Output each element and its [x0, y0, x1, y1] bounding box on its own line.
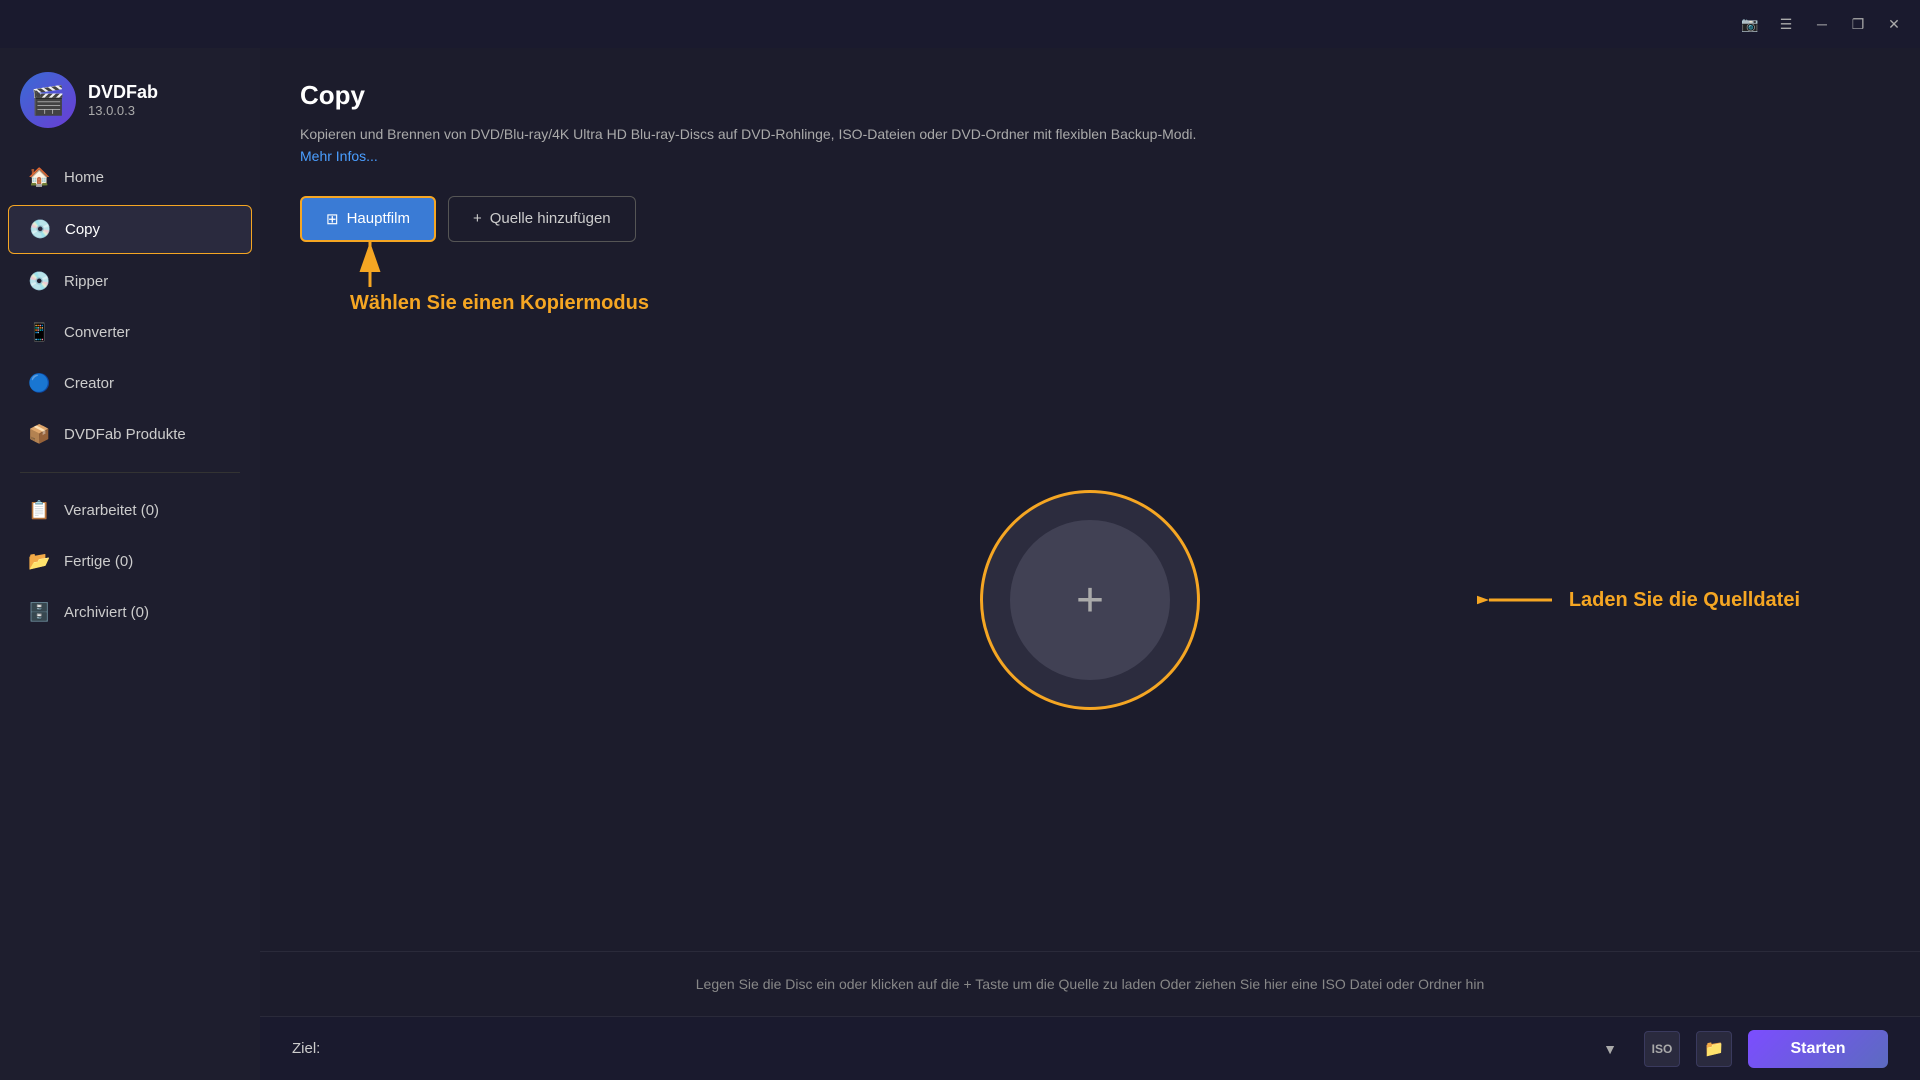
archiviert-icon: 🗄️: [28, 602, 50, 623]
start-label: Starten: [1790, 1040, 1845, 1057]
hauptfilm-icon: ⊞: [326, 210, 339, 228]
sidebar-item-archiviert[interactable]: 🗄️ Archiviert (0): [8, 589, 252, 636]
page-description: Kopieren und Brennen von DVD/Blu-ray/4K …: [300, 123, 1200, 168]
verarbeitet-icon: 📋: [28, 500, 50, 521]
sidebar-label-archiviert: Archiviert (0): [64, 604, 149, 621]
drop-instruction-text: Legen Sie die Disc ein oder klicken auf …: [696, 976, 1484, 992]
sidebar-item-creator[interactable]: 🔵 Creator: [8, 360, 252, 407]
sidebar-item-home[interactable]: 🏠 Home: [8, 154, 252, 201]
drop-circle-inner: +: [1010, 520, 1170, 680]
sidebar-item-verarbeitet[interactable]: 📋 Verarbeitet (0): [8, 487, 252, 534]
drop-center: + Laden Sie die Q: [300, 282, 1880, 919]
drop-circle[interactable]: +: [980, 490, 1200, 710]
quelle-label: Quelle hinzufügen: [490, 210, 611, 227]
sidebar-item-converter[interactable]: 📱 Converter: [8, 309, 252, 356]
ripper-icon: 💿: [28, 271, 50, 292]
screenshot-button[interactable]: 📷: [1740, 14, 1760, 34]
maximize-button[interactable]: ❐: [1848, 14, 1868, 34]
hauptfilm-label: Hauptfilm: [347, 210, 410, 227]
logo-text: DVDFab 13.0.0.3: [88, 82, 158, 118]
sidebar-label-copy: Copy: [65, 221, 100, 238]
arrow-left-svg: [1477, 588, 1557, 612]
iso-button[interactable]: ISO: [1644, 1031, 1680, 1067]
sidebar-item-ripper[interactable]: 💿 Ripper: [8, 258, 252, 305]
creator-icon: 🔵: [28, 373, 50, 394]
app-body: 🎬 DVDFab 13.0.0.3 🏠 Home 💿 Copy 💿 Ripper…: [0, 48, 1920, 1080]
sidebar-label-ripper: Ripper: [64, 273, 108, 290]
home-icon: 🏠: [28, 167, 50, 188]
ziel-input[interactable]: [336, 1031, 1576, 1067]
ziel-label: Ziel:: [292, 1040, 320, 1057]
sidebar-item-dvdfab-produkte[interactable]: 📦 DVDFab Produkte: [8, 411, 252, 458]
more-info-link[interactable]: Mehr Infos...: [300, 148, 378, 164]
minimize-button[interactable]: ─: [1812, 14, 1832, 34]
content-area: Copy Kopieren und Brennen von DVD/Blu-ra…: [260, 48, 1920, 951]
drop-annotation-text: Laden Sie die Quelldatei: [1569, 589, 1800, 612]
logo-area: 🎬 DVDFab 13.0.0.3: [0, 64, 260, 152]
sidebar-label-home: Home: [64, 169, 104, 186]
sidebar-label-fertige: Fertige (0): [64, 553, 133, 570]
drop-plus-icon: +: [1076, 573, 1104, 628]
drop-instruction: Legen Sie die Disc ein oder klicken auf …: [260, 951, 1920, 1016]
ziel-dropdown[interactable]: ▼: [1592, 1031, 1628, 1067]
sidebar-label-converter: Converter: [64, 324, 130, 341]
sidebar-label-dvdfab: DVDFab Produkte: [64, 426, 186, 443]
sidebar-label-verarbeitet: Verarbeitet (0): [64, 502, 159, 519]
sidebar-label-creator: Creator: [64, 375, 114, 392]
sidebar-item-copy[interactable]: 💿 Copy: [8, 205, 252, 254]
menu-button[interactable]: ☰: [1776, 14, 1796, 34]
bottom-bar: Ziel: ▼ ISO 📁 Starten: [260, 1016, 1920, 1080]
right-annotation: Laden Sie die Quelldatei: [1477, 588, 1800, 612]
titlebar: 📷 ☰ ─ ❐ ✕: [0, 0, 1920, 48]
folder-button[interactable]: 📁: [1696, 1031, 1732, 1067]
dvdfab-produkte-icon: 📦: [28, 424, 50, 445]
iso-label: ISO: [1652, 1042, 1673, 1056]
folder-icon: 📁: [1704, 1039, 1724, 1059]
content-lower: Wählen Sie einen Kopiermodus +: [300, 282, 1880, 919]
main-content: Copy Kopieren und Brennen von DVD/Blu-ra…: [260, 48, 1920, 1080]
sidebar: 🎬 DVDFab 13.0.0.3 🏠 Home 💿 Copy 💿 Ripper…: [0, 48, 260, 1080]
logo-emoji: 🎬: [31, 84, 66, 117]
description-text: Kopieren und Brennen von DVD/Blu-ray/4K …: [300, 126, 1196, 142]
start-button[interactable]: Starten: [1748, 1030, 1888, 1068]
logo-icon: 🎬: [20, 72, 76, 128]
sidebar-item-fertige[interactable]: 📂 Fertige (0): [8, 538, 252, 585]
page-title: Copy: [300, 80, 1880, 111]
sidebar-divider: [20, 472, 240, 473]
close-button[interactable]: ✕: [1884, 14, 1904, 34]
logo-version: 13.0.0.3: [88, 103, 158, 118]
copy-icon: 💿: [29, 219, 51, 240]
logo-name: DVDFab: [88, 82, 158, 103]
converter-icon: 📱: [28, 322, 50, 343]
plus-icon: +: [473, 210, 482, 227]
fertige-icon: 📂: [28, 551, 50, 572]
